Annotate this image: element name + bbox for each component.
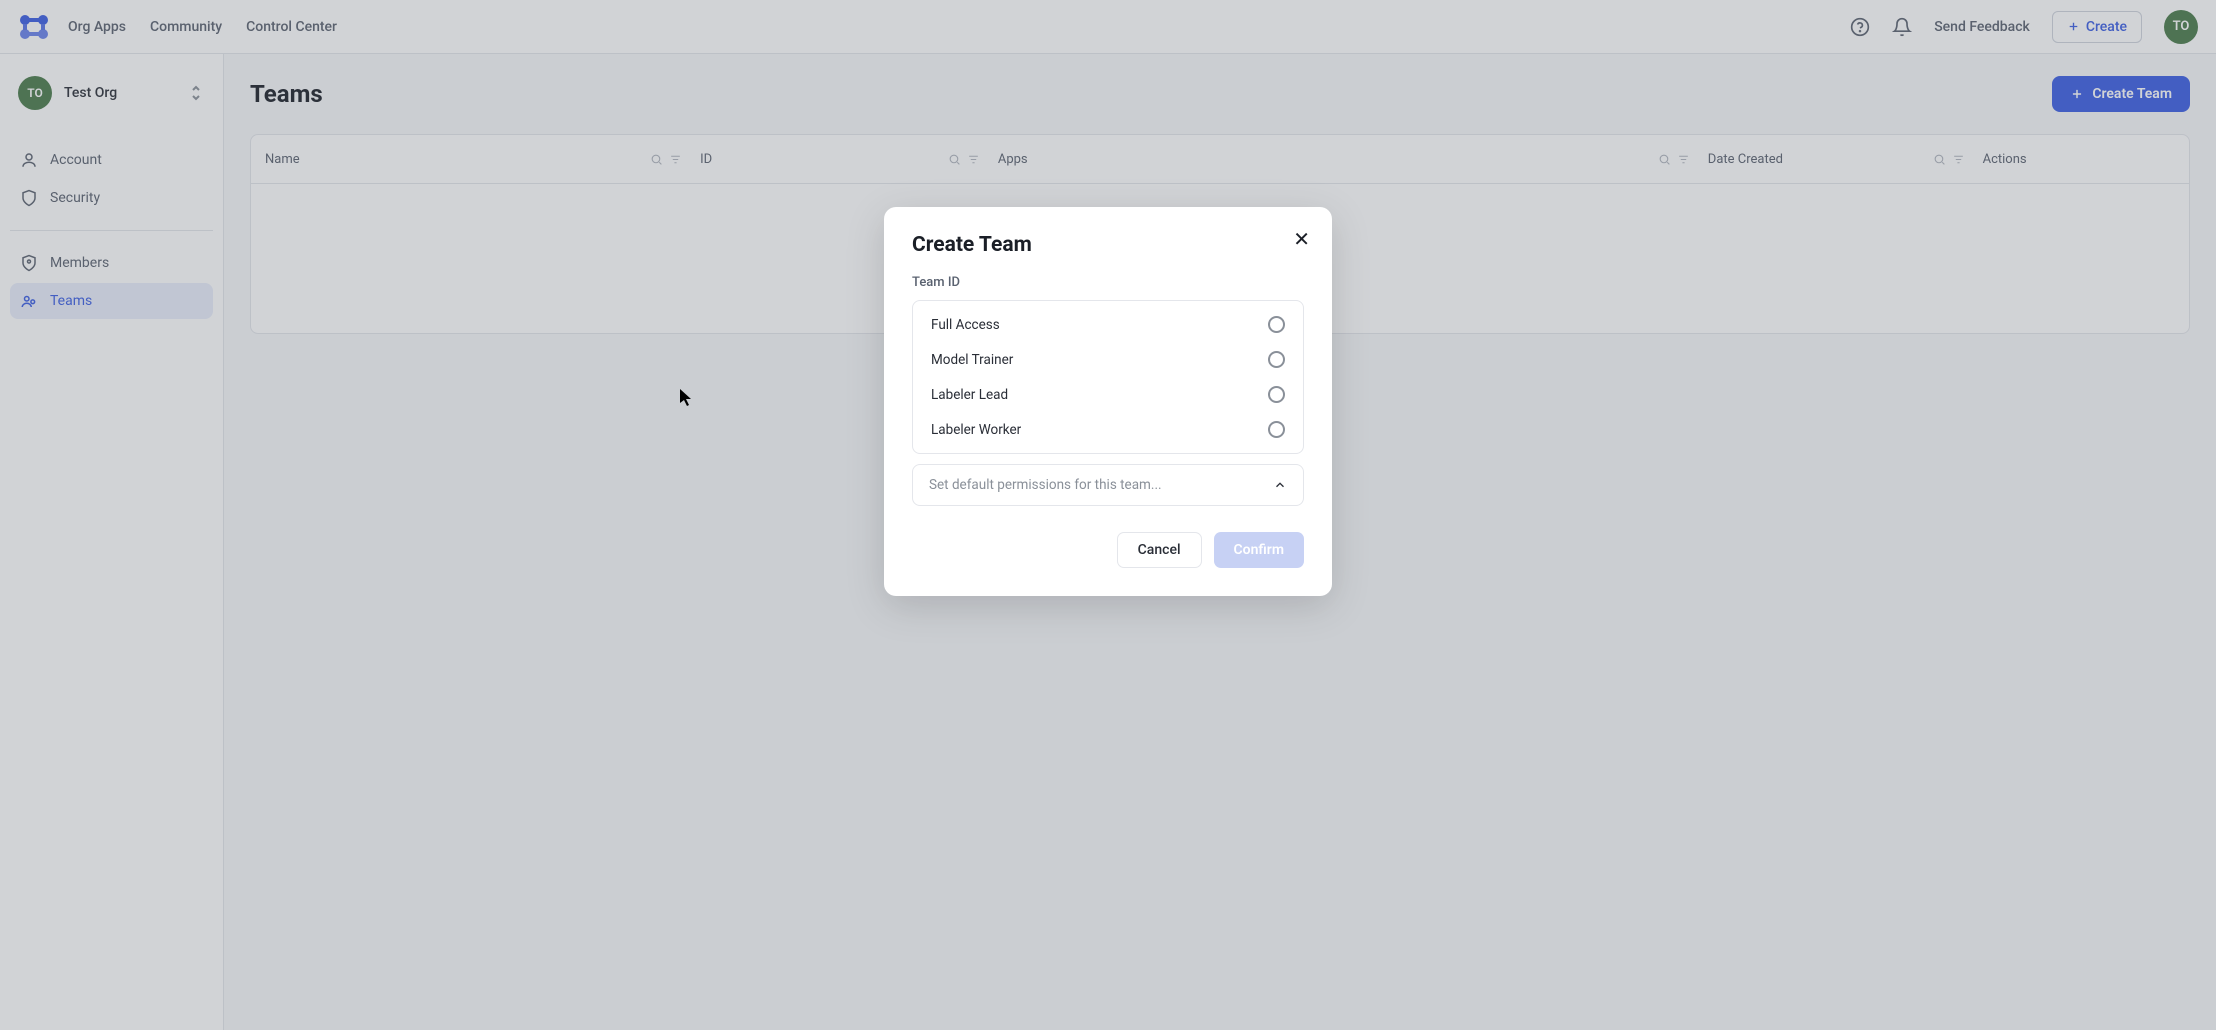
option-labeler-lead[interactable]: Labeler Lead (913, 377, 1303, 412)
option-labeler-worker[interactable]: Labeler Worker (913, 412, 1303, 447)
confirm-button[interactable]: Confirm (1214, 532, 1304, 568)
option-label: Model Trainer (931, 352, 1013, 368)
modal-footer: Cancel Confirm (912, 532, 1304, 568)
option-label: Full Access (931, 317, 1000, 333)
dropdown-placeholder: Set default permissions for this team... (929, 477, 1162, 493)
option-model-trainer[interactable]: Model Trainer (913, 342, 1303, 377)
modal-overlay[interactable]: Create Team ✕ Team ID Full Access Model … (0, 0, 2216, 1030)
close-icon: ✕ (1293, 227, 1310, 251)
cancel-button[interactable]: Cancel (1117, 532, 1202, 568)
radio-icon (1268, 316, 1285, 333)
radio-icon (1268, 351, 1285, 368)
option-label: Labeler Lead (931, 387, 1008, 403)
chevron-up-icon (1273, 478, 1287, 492)
radio-icon (1268, 386, 1285, 403)
modal-title: Create Team (912, 233, 1304, 257)
permission-options: Full Access Model Trainer Labeler Lead L… (912, 300, 1304, 454)
default-permissions-dropdown[interactable]: Set default permissions for this team... (912, 464, 1304, 506)
option-full-access[interactable]: Full Access (913, 307, 1303, 342)
radio-icon (1268, 421, 1285, 438)
modal-close-button[interactable]: ✕ (1293, 229, 1310, 249)
create-team-modal: Create Team ✕ Team ID Full Access Model … (884, 207, 1332, 596)
option-label: Labeler Worker (931, 422, 1021, 438)
team-id-label: Team ID (912, 275, 1304, 290)
